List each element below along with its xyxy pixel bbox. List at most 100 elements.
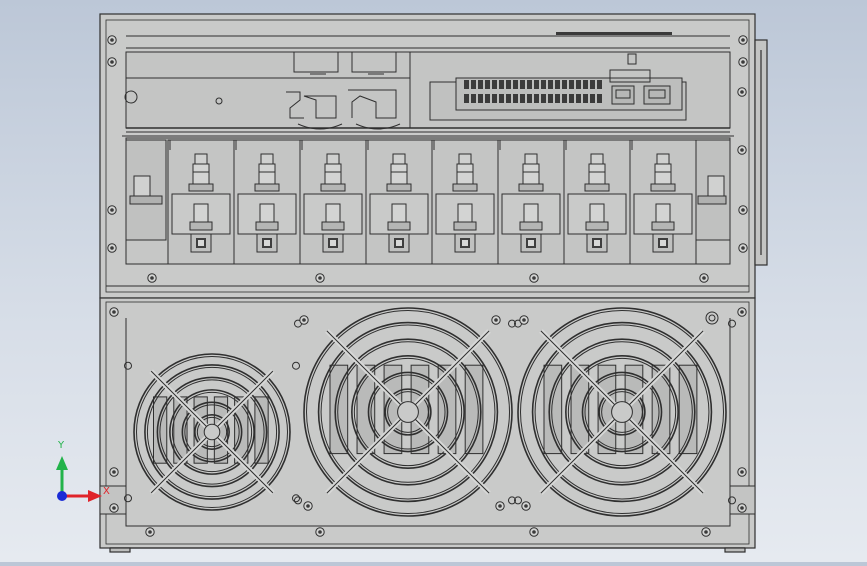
terminal-pin xyxy=(590,94,595,103)
clamp-screw xyxy=(264,240,270,246)
screw-center xyxy=(740,148,744,152)
power-terminal-2 xyxy=(233,139,301,265)
terminal-pin xyxy=(562,94,567,103)
terminal-pin xyxy=(506,80,511,89)
terminal-pin xyxy=(583,80,588,89)
terminal-pin xyxy=(513,94,518,103)
terminal-pin xyxy=(597,80,602,89)
screw-center xyxy=(494,318,498,322)
y-axis-arrowhead xyxy=(56,456,68,470)
terminal-pin xyxy=(492,80,497,89)
bolt-top xyxy=(326,153,340,165)
bolt-top xyxy=(392,153,406,165)
clamp-screw xyxy=(660,240,666,246)
terminal-pin xyxy=(527,80,532,89)
triad-y-label: Y xyxy=(58,440,65,451)
drive-front-view-drawing xyxy=(99,13,768,553)
clamp-screw xyxy=(198,240,204,246)
screw-center xyxy=(532,276,536,280)
clamp-screw xyxy=(528,240,534,246)
upper-nut xyxy=(452,183,478,192)
screw-center xyxy=(318,530,322,534)
screw-center xyxy=(112,310,116,314)
terminal-pin xyxy=(471,94,476,103)
fan-hub xyxy=(203,423,221,441)
terminal-pin xyxy=(464,94,469,103)
screw-center xyxy=(318,276,322,280)
vent-slot xyxy=(543,364,563,455)
bolt-top xyxy=(260,153,274,165)
upper-bolt xyxy=(390,163,408,187)
power-terminal-3 xyxy=(299,139,367,265)
power-terminal-4 xyxy=(365,139,433,265)
screw-center xyxy=(704,530,708,534)
cad-viewport[interactable]: Y X xyxy=(0,0,867,562)
bolt-top xyxy=(590,153,604,165)
terminal-pin xyxy=(576,94,581,103)
lower-nut xyxy=(189,221,213,231)
upper-bolt xyxy=(258,163,276,187)
terminal-pin xyxy=(583,94,588,103)
screw-center xyxy=(110,38,114,42)
z-axis-dot xyxy=(57,491,67,501)
upper-nut xyxy=(320,183,346,192)
screw-center xyxy=(498,504,502,508)
upper-nut xyxy=(188,183,214,192)
upper-bolt xyxy=(654,163,672,187)
terminal-pin xyxy=(485,80,490,89)
terminal-pin xyxy=(597,94,602,103)
screw-center xyxy=(522,318,526,322)
terminal-pin xyxy=(590,80,595,89)
upper-nut xyxy=(254,183,280,192)
screw-center xyxy=(110,246,114,250)
upper-nut xyxy=(584,183,610,192)
clamp-screw xyxy=(594,240,600,246)
screw-center xyxy=(741,208,745,212)
terminal-pin xyxy=(478,80,483,89)
screw-center xyxy=(741,246,745,250)
power-terminal-8 xyxy=(629,139,697,265)
lower-nut xyxy=(321,221,345,231)
triad-x-label: X xyxy=(103,486,110,497)
bolt-top xyxy=(656,153,670,165)
control-section xyxy=(122,32,734,137)
lower-nut xyxy=(519,221,543,231)
clamp-screw xyxy=(396,240,402,246)
screw-center xyxy=(110,208,114,212)
screw-center xyxy=(302,318,306,322)
terminal-pin xyxy=(520,94,525,103)
terminal-pin xyxy=(534,80,539,89)
terminal-pin xyxy=(569,94,574,103)
screw-center xyxy=(150,276,154,280)
upper-nut xyxy=(386,183,412,192)
lower-nut xyxy=(387,221,411,231)
fan-hub xyxy=(611,401,633,423)
terminal-pin xyxy=(541,94,546,103)
screw-center xyxy=(740,506,744,510)
vent-slot xyxy=(329,364,349,455)
terminal-pin xyxy=(492,94,497,103)
terminal-pin xyxy=(499,94,504,103)
terminal-pin xyxy=(562,80,567,89)
bolt-top xyxy=(524,153,538,165)
upper-nut xyxy=(518,183,544,192)
terminal-pin xyxy=(548,80,553,89)
screw-center xyxy=(740,470,744,474)
terminal-pin xyxy=(534,94,539,103)
power-terminal-1 xyxy=(167,139,235,265)
upper-bolt xyxy=(588,163,606,187)
screw-center xyxy=(741,60,745,64)
terminal-pin xyxy=(576,80,581,89)
screw-center xyxy=(112,506,116,510)
clamp-screw xyxy=(462,240,468,246)
screw-center xyxy=(741,38,745,42)
power-terminals xyxy=(167,139,697,265)
screw-center xyxy=(532,530,536,534)
fan-hub xyxy=(397,401,419,423)
lower-nut xyxy=(453,221,477,231)
terminal-pin xyxy=(513,80,518,89)
terminal-pin xyxy=(464,80,469,89)
terminal-pin xyxy=(527,94,532,103)
bolt-top xyxy=(194,153,208,165)
terminal-pin xyxy=(548,94,553,103)
